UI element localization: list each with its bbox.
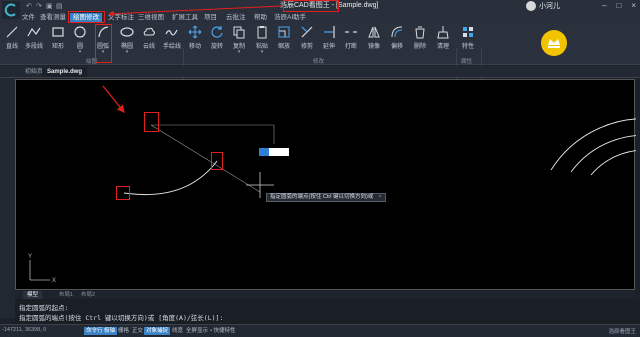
toggle-quick-properties[interactable]: • 快捷特性 — [208, 327, 237, 335]
command-window[interactable]: 指定圆弧的起点: 指定圆弧的端点(按住 Ctrl 键以切换方向)或 [角度(A)… — [15, 299, 640, 324]
toggle-object-snap[interactable]: 对象捕捉 — [144, 327, 171, 335]
command-tooltip: 指定圆弧的端点(按住 Ctrl 键以切换方向)或 × — [266, 193, 386, 202]
toggle-fullscreen[interactable]: 全屏显示 — [184, 327, 210, 335]
toggle-lineweight[interactable]: 线宽 — [170, 327, 185, 335]
status-brand: 浩辰看图王 — [608, 329, 636, 335]
command-prompt-line[interactable]: 指定圆弧的端点(按住 Ctrl 键以切换方向)或 [角度(A)/弦长(L)]: — [19, 312, 223, 322]
app-window: ↶ ↷ ▣ ▤ 浩辰CAD看图王 - [Sample.dwg] 小河儿 – □ … — [0, 0, 640, 337]
toggle-ortho[interactable]: 正交 — [130, 327, 145, 335]
annotation-arrow-overlay — [102, 5, 283, 114]
tab-layout2[interactable]: 布局2 — [77, 291, 99, 299]
command-tooltip-text: 指定圆弧的端点(按住 Ctrl 键以切换方向)或 — [270, 194, 374, 200]
cursor-coordinates: -147211, 36398, 0 — [2, 327, 47, 333]
annotation-arrow — [108, 5, 283, 17]
dynamic-input-field[interactable] — [269, 148, 289, 156]
dynamic-input-value[interactable] — [259, 148, 269, 156]
dynamic-input[interactable] — [259, 148, 289, 156]
command-history-line: 指定圆弧的起点: — [19, 304, 69, 312]
layout-tabs: 模型 布局1 布局2 — [15, 291, 635, 299]
toggle-grid[interactable]: 栅格 — [116, 327, 131, 335]
tab-model[interactable]: 模型 — [23, 291, 43, 299]
tab-layout1[interactable]: 布局1 — [55, 291, 77, 299]
app-logo-icon[interactable] — [2, 1, 20, 19]
status-bar: -147211, 36398, 0 命令行 极轴 栅格 正交 对象捕捉 线宽 全… — [0, 324, 640, 337]
tooltip-close-icon[interactable]: × — [378, 194, 381, 200]
toggle-polar[interactable]: 极轴 — [102, 327, 118, 335]
annotation-arrow — [102, 85, 125, 114]
